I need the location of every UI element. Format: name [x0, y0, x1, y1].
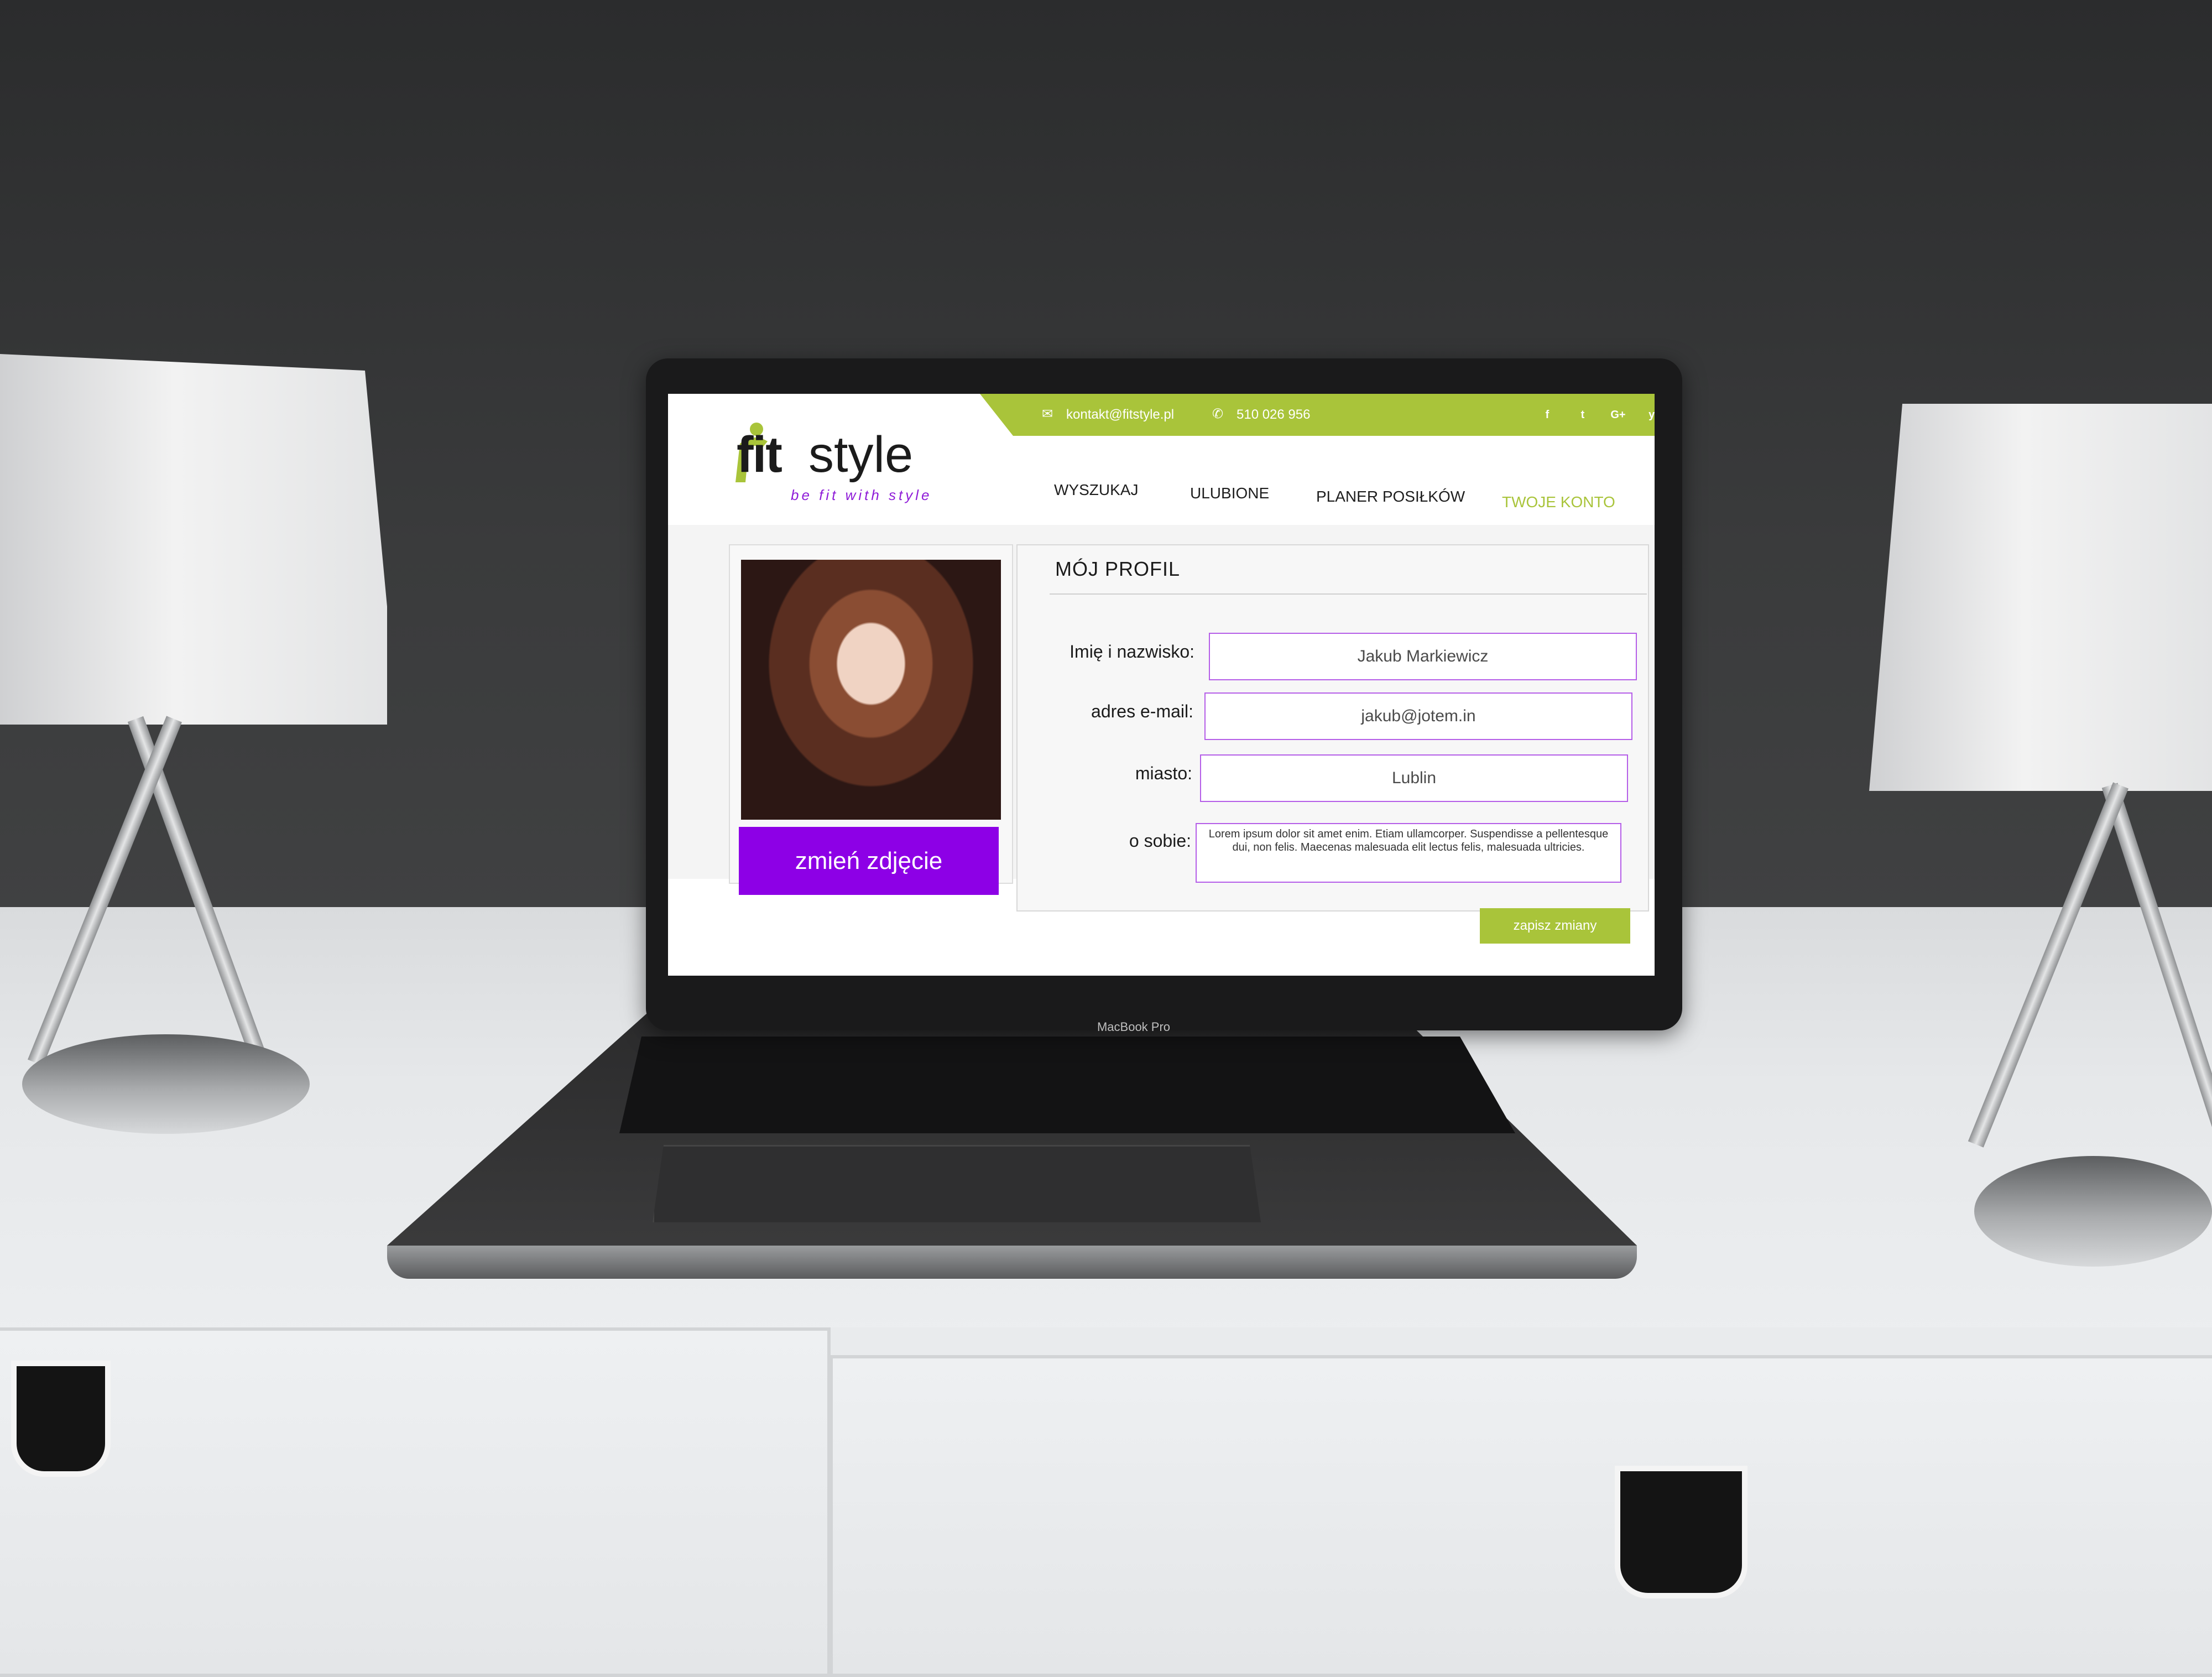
- twitter-icon[interactable]: t: [1572, 404, 1594, 426]
- drawer-right: [830, 1355, 2212, 1677]
- laptop-keyboard[interactable]: [619, 1037, 1515, 1133]
- lamp-left-rod: [28, 716, 182, 1066]
- contact-email[interactable]: kontakt@fitstyle.pl: [1066, 407, 1174, 423]
- lamp-left-shade: [0, 354, 387, 725]
- profile-title: MÓJ PROFIL: [1055, 558, 1181, 580]
- city-field[interactable]: Lublin: [1200, 754, 1628, 802]
- city-label: miasto:: [1135, 763, 1192, 783]
- email-label: adres e-mail:: [1091, 701, 1193, 721]
- name-label: Imię i nazwisko:: [1070, 642, 1194, 662]
- google-plus-icon[interactable]: G+: [1607, 404, 1629, 426]
- logo-style[interactable]: style: [808, 426, 913, 484]
- phone-icon: ✆: [1212, 407, 1224, 421]
- lamp-right: [1869, 404, 2212, 1267]
- lamp-right-shade: [1869, 404, 2212, 791]
- about-label: o sobie:: [1129, 831, 1191, 851]
- lamp-right-base: [1974, 1156, 2212, 1267]
- about-field[interactable]: Lorem ipsum dolor sit amet enim. Etiam u…: [1196, 823, 1621, 883]
- laptop-edge: [387, 1246, 1637, 1279]
- nav-item-twoje-konto[interactable]: TWOJE KONTO: [1502, 493, 1615, 511]
- laptop-screen: ✉ kontakt@fitstyle.pl ✆ 510 026 956 f t …: [668, 394, 1655, 976]
- laptop-trackpad[interactable]: [653, 1145, 1261, 1222]
- drawer-handle-right: [1615, 1466, 1747, 1598]
- site-topbar: ✉ kontakt@fitstyle.pl ✆ 510 026 956 f t …: [980, 394, 1655, 436]
- save-changes-button[interactable]: zapisz zmiany: [1480, 908, 1630, 944]
- lamp-right-rod: [1968, 782, 2128, 1148]
- drawer-handle-left: [11, 1361, 111, 1477]
- change-photo-button[interactable]: zmień zdjęcie: [739, 827, 999, 895]
- lamp-left: [0, 354, 398, 1139]
- desk-front: [0, 1327, 2212, 1677]
- laptop-model-label: MacBook Pro: [1097, 1020, 1171, 1034]
- email-field[interactable]: jakub@jotem.in: [1204, 692, 1632, 740]
- lamp-left-base: [22, 1034, 310, 1134]
- facebook-icon[interactable]: f: [1536, 404, 1558, 426]
- drawer-left: [0, 1327, 831, 1677]
- nav-item-ulubione[interactable]: ULUBIONE: [1190, 485, 1269, 502]
- logo-tagline: be fit with style: [791, 487, 932, 503]
- nav-item-wyszukaj[interactable]: WYSZUKAJ: [1054, 481, 1138, 499]
- youtube-icon[interactable]: yt: [1642, 404, 1655, 426]
- name-field[interactable]: Jakub Markiewicz: [1209, 633, 1637, 680]
- logo-fit[interactable]: fit: [737, 426, 782, 484]
- title-divider: [1050, 593, 1647, 595]
- lamp-right-rod: [2101, 783, 2212, 1157]
- contact-phone[interactable]: 510 026 956: [1237, 407, 1310, 423]
- profile-photo: [741, 560, 1001, 820]
- nav-item-planer[interactable]: PLANER POSIŁKÓW: [1316, 488, 1465, 506]
- mail-icon: ✉: [1042, 407, 1053, 421]
